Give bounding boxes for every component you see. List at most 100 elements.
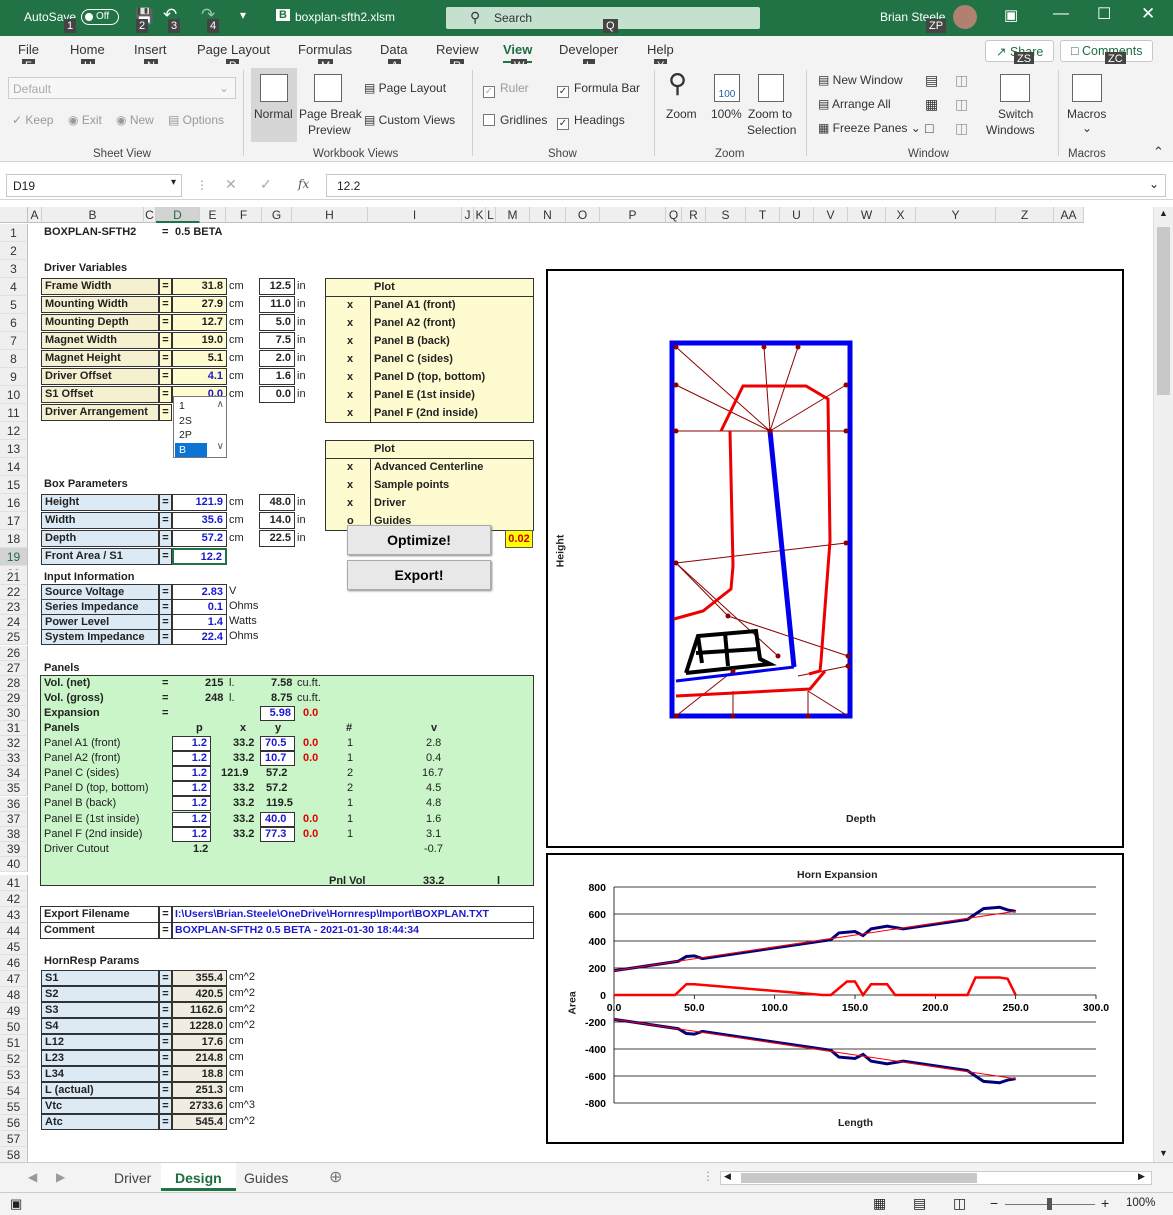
input-value[interactable]: 0.1 [172, 599, 227, 616]
zoom-level[interactable]: 100% [1126, 1197, 1155, 1209]
panel-p[interactable]: 1.2 [172, 766, 211, 782]
zoom-in-button[interactable]: + [1101, 1195, 1109, 1211]
box-param-cm[interactable]: 121.9 [172, 494, 227, 511]
plot-mark[interactable]: x [347, 315, 353, 331]
scroll-right-icon[interactable]: ▶ [1138, 1171, 1145, 1182]
expansion-value[interactable]: 5.98 [260, 705, 295, 721]
options-button[interactable]: ▤ Options [168, 113, 224, 127]
scroll-thumb[interactable] [1157, 227, 1170, 395]
page-break-icon[interactable]: ◫ [953, 1195, 966, 1212]
listbox-option[interactable]: B [175, 442, 207, 457]
tab-insert[interactable]: Insert [134, 42, 167, 57]
keep-button[interactable]: ✓ Keep [12, 113, 53, 127]
formula-bar-checkbox[interactable]: ✓ Formula Bar [557, 81, 640, 98]
export-button[interactable]: Export! [347, 560, 491, 590]
input-value[interactable]: 22.4 [172, 629, 227, 646]
panel-p[interactable]: 1.2 [172, 781, 211, 797]
panel-p[interactable]: 1.2 [172, 751, 211, 767]
plot-mark[interactable]: x [347, 387, 353, 403]
box-param-cm[interactable]: 57.2 [172, 530, 227, 547]
chevron-down-icon[interactable]: ⌄ [1082, 121, 1092, 135]
tab-home[interactable]: Home [70, 42, 105, 57]
collapse-ribbon-icon[interactable]: ⌃ [1153, 144, 1164, 160]
panel-y[interactable]: 10.7 [260, 751, 295, 767]
listbox-option[interactable]: 1 [175, 399, 207, 413]
optimize-button[interactable]: Optimize! [347, 525, 491, 555]
scroll-down-icon[interactable]: ▼ [1159, 1148, 1168, 1158]
ruler-checkbox[interactable]: ✓ Ruler [483, 81, 529, 98]
sheet-tab-guides[interactable]: Guides [230, 1163, 302, 1191]
scroll-left-icon[interactable]: ◀ [724, 1171, 731, 1182]
tab-page-layout[interactable]: Page Layout [197, 42, 270, 57]
input-value[interactable]: 1.4 [172, 614, 227, 631]
enter-icon[interactable]: ✓ [260, 176, 272, 193]
zoom-button[interactable]: Zoom [666, 107, 697, 121]
tab-formulas[interactable]: Formulas [298, 42, 352, 57]
tab-data[interactable]: Data [380, 42, 407, 57]
close-icon[interactable]: ✕ [1141, 4, 1155, 24]
custom-views-button[interactable]: ▤ Custom Views [364, 113, 455, 127]
box-param-cm[interactable]: 35.6 [172, 512, 227, 529]
sheet-tab-driver[interactable]: Driver [100, 1163, 165, 1191]
panel-p[interactable]: 1.2 [172, 811, 211, 827]
sheet-view-select[interactable]: Default ⌄ [8, 77, 236, 99]
listbox-option[interactable]: 2P [175, 428, 207, 442]
new-sheet-view-button[interactable]: ◉ New [116, 113, 154, 127]
switch-windows-label-2[interactable]: Windows [986, 123, 1035, 137]
panel-p[interactable]: 1.2 [172, 796, 211, 812]
page-break-label-2[interactable]: Preview [308, 123, 351, 137]
plot-mark[interactable]: x [347, 351, 353, 367]
sheet-tab-design[interactable]: Design [161, 1163, 236, 1191]
zoom-selection-label-2[interactable]: Selection [747, 123, 796, 137]
panel-p[interactable]: 1.2 [172, 736, 211, 752]
panel-y[interactable]: 40.0 [260, 811, 295, 827]
formula-input[interactable]: 12.2 ⌄ [326, 174, 1166, 197]
chevron-down-icon[interactable]: ∨ [217, 441, 224, 452]
tab-review[interactable]: Review [436, 42, 479, 57]
tab-developer[interactable]: Developer [559, 42, 618, 57]
plot-mark[interactable]: x [347, 459, 353, 475]
zoom-100-button[interactable]: 100% [711, 107, 742, 121]
tab-help[interactable]: Help [647, 42, 674, 57]
zoom-out-button[interactable]: − [990, 1195, 998, 1211]
page-break-label-1[interactable]: Page Break [299, 107, 362, 121]
exit-button[interactable]: ◉ Exit [68, 113, 102, 127]
freeze-panes-button[interactable]: ▦ Freeze Panes ⌄ [818, 121, 921, 135]
new-window-button[interactable]: ▤ New Window [818, 73, 903, 87]
scroll-up-icon[interactable]: ▲ [1159, 208, 1168, 218]
input-value[interactable]: 2.83 [172, 584, 227, 601]
prev-sheet-icon[interactable]: ◀ [28, 1170, 37, 1184]
plot-mark[interactable]: x [347, 477, 353, 493]
plot-mark[interactable]: x [347, 405, 353, 421]
switch-windows-label-1[interactable]: Switch [998, 107, 1033, 121]
unhide-icon[interactable]: □ [925, 120, 933, 136]
h-scroll-thumb[interactable] [741, 1173, 977, 1183]
next-sheet-icon[interactable]: ▶ [56, 1170, 65, 1184]
ribbon-display-icon[interactable]: ▣ [1004, 6, 1018, 24]
arrange-all-button[interactable]: ▤ Arrange All [818, 97, 891, 111]
plot-mark[interactable]: x [347, 495, 353, 511]
plot-mark[interactable]: x [347, 297, 353, 313]
chevron-up-icon[interactable]: ∧ [217, 399, 224, 410]
view-side-by-side-icon[interactable]: ◫ [955, 72, 968, 89]
panel-y[interactable]: 77.3 [260, 826, 295, 842]
export-comment-value[interactable]: BOXPLAN-SFTH2 0.5 BETA - 2021-01-30 18:4… [172, 922, 534, 939]
macro-record-icon[interactable]: ▣ [10, 1196, 22, 1212]
split-icon[interactable]: ▤ [925, 72, 938, 89]
listbox-option[interactable]: 2S [175, 414, 207, 428]
vertical-scrollbar[interactable]: ▲ ▼ [1153, 207, 1173, 1162]
add-sheet-icon[interactable]: ⊕ [329, 1167, 342, 1187]
maximize-icon[interactable]: ☐ [1097, 4, 1111, 24]
spreadsheet-grid[interactable]: A B C D E F G H I J K L M N O P Q R S T U V W X Y Z AA 1 2 3 4 5 6 7 8 9 10… [0, 207, 1153, 1162]
zoom-slider-thumb[interactable] [1047, 1198, 1052, 1210]
driver-arrangement-listbox[interactable]: 1 2S 2P B ∧ ∨ [173, 396, 227, 458]
export-filename-value[interactable]: I:\Users\Brian.Steele\OneDrive\Hornresp\… [172, 906, 534, 923]
zoom-selection-label-1[interactable]: Zoom to [748, 107, 792, 121]
gridlines-checkbox[interactable]: Gridlines [483, 113, 547, 127]
horizontal-scrollbar[interactable]: ◀ ▶ [720, 1171, 1152, 1185]
reset-position-icon[interactable]: ◫ [955, 120, 968, 137]
panel-y[interactable]: 70.5 [260, 736, 295, 752]
page-layout-icon[interactable]: ▤ [913, 1195, 926, 1212]
normal-view-icon[interactable]: ▦ [873, 1195, 886, 1212]
panel-p[interactable]: 1.2 [172, 826, 211, 842]
